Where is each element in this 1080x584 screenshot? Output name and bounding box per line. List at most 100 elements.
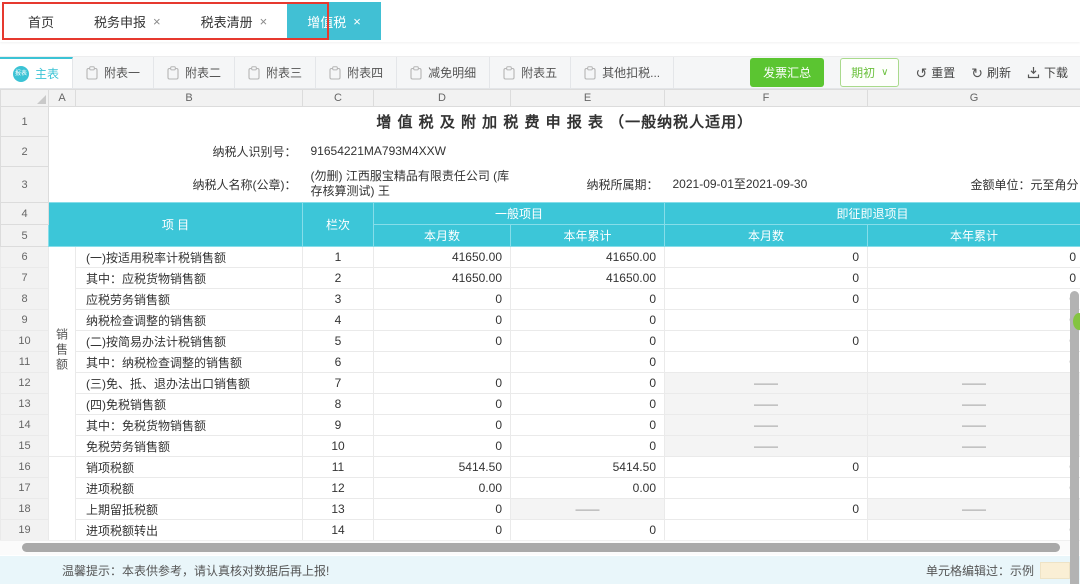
item-label-cell[interactable]: 其中：纳税检查调整的销售额	[76, 352, 303, 373]
close-icon[interactable]: ×	[353, 14, 361, 29]
value-cell[interactable]: 0	[868, 310, 1080, 331]
sheet-tab-3[interactable]: 附表三	[235, 57, 316, 88]
column-number-cell[interactable]: 13	[303, 499, 374, 520]
tab-vat-active[interactable]: 增值税 ×	[287, 2, 381, 40]
item-label-cell[interactable]: 其中：免税货物销售额	[76, 415, 303, 436]
value-cell[interactable]: 0	[868, 352, 1080, 373]
item-label-cell[interactable]: (三)免、抵、退办法出口销售额	[76, 373, 303, 394]
item-label-cell[interactable]: 上期留抵税额	[76, 499, 303, 520]
value-cell[interactable]: 0	[511, 289, 665, 310]
refresh-button[interactable]: ↻ 刷新	[971, 64, 1011, 81]
value-cell[interactable]: 0	[511, 394, 665, 415]
item-label-cell[interactable]: (二)按简易办法计税销售额	[76, 331, 303, 352]
sheet-tab-6[interactable]: 附表五	[490, 57, 571, 88]
value-cell[interactable]: 0	[511, 436, 665, 457]
column-number-cell[interactable]: 14	[303, 520, 374, 541]
column-number-cell[interactable]: 2	[303, 268, 374, 289]
value-cell[interactable]: 0	[665, 499, 868, 520]
item-label-cell[interactable]: 纳税检查调整的销售额	[76, 310, 303, 331]
value-cell[interactable]	[665, 310, 868, 331]
value-cell[interactable]	[374, 352, 511, 373]
download-button[interactable]: 下载	[1027, 64, 1068, 81]
value-cell[interactable]: 0	[868, 520, 1080, 541]
item-label-cell[interactable]: 应税劳务销售额	[76, 289, 303, 310]
sheet-tab-2[interactable]: 附表二	[154, 57, 235, 88]
item-label-cell[interactable]: 进项税额转出	[76, 520, 303, 541]
value-cell[interactable]: 0	[665, 268, 868, 289]
value-cell[interactable]: 0.00	[374, 478, 511, 499]
value-cell[interactable]: 0	[511, 352, 665, 373]
value-cell[interactable]: 0	[665, 331, 868, 352]
value-cell[interactable]: 5414.50	[511, 457, 665, 478]
column-number-cell[interactable]: 12	[303, 478, 374, 499]
period-begin-dropdown[interactable]: 期初 ∨	[840, 58, 899, 87]
taxpayer-name-value[interactable]: (勿删) 江西服宝精品有限责任公司 (库存核算测试) 王	[303, 167, 511, 203]
value-cell[interactable]: 0	[511, 373, 665, 394]
reset-button[interactable]: ↺ 重置	[915, 64, 955, 81]
column-number-cell[interactable]: 3	[303, 289, 374, 310]
value-cell[interactable]: 0	[511, 520, 665, 541]
value-cell[interactable]: 0	[868, 331, 1080, 352]
value-cell[interactable]: ——	[868, 394, 1080, 415]
value-cell[interactable]: 0	[511, 415, 665, 436]
close-icon[interactable]: ×	[260, 14, 268, 29]
value-cell[interactable]: 0	[374, 415, 511, 436]
item-label-cell[interactable]: 其中：应税货物销售额	[76, 268, 303, 289]
taxpayer-id-value[interactable]: 91654221MA793M4XXW	[303, 137, 511, 167]
invoice-summary-button[interactable]: 发票汇总	[750, 58, 824, 87]
value-cell[interactable]: 0	[374, 331, 511, 352]
period-value[interactable]: 2021-09-01至2021-09-30	[665, 167, 868, 203]
value-cell[interactable]: 0	[374, 436, 511, 457]
value-cell[interactable]: ——	[511, 499, 665, 520]
value-cell[interactable]: 0	[374, 394, 511, 415]
item-label-cell[interactable]: 进项税额	[76, 478, 303, 499]
vertical-scrollbar[interactable]	[1070, 291, 1079, 584]
value-cell[interactable]: ——	[665, 415, 868, 436]
item-label-cell[interactable]: 免税劳务销售额	[76, 436, 303, 457]
sheet-tab-7[interactable]: 其他扣税...	[571, 57, 674, 88]
tab-tax-register[interactable]: 税表清册 ×	[181, 2, 288, 40]
value-cell[interactable]: ——	[868, 373, 1080, 394]
value-cell[interactable]: 41650.00	[511, 247, 665, 268]
column-number-cell[interactable]: 11	[303, 457, 374, 478]
value-cell[interactable]: 41650.00	[374, 247, 511, 268]
value-cell[interactable]: ——	[868, 415, 1080, 436]
column-number-cell[interactable]: 4	[303, 310, 374, 331]
green-dot-badge[interactable]	[1073, 313, 1080, 330]
column-number-cell[interactable]: 8	[303, 394, 374, 415]
value-cell[interactable]: ——	[665, 394, 868, 415]
item-label-cell[interactable]: (一)按适用税率计税销售额	[76, 247, 303, 268]
column-number-cell[interactable]: 9	[303, 415, 374, 436]
tab-home[interactable]: 首页	[8, 2, 74, 40]
value-cell[interactable]: 0.00	[511, 478, 665, 499]
tab-tax-declare[interactable]: 税务申报 ×	[74, 2, 181, 40]
value-cell[interactable]: 0	[374, 289, 511, 310]
sheet-tab-0[interactable]: 报表主表	[0, 57, 73, 88]
value-cell[interactable]: 0	[868, 457, 1080, 478]
sheet-tab-5[interactable]: 减免明细	[397, 57, 490, 88]
value-cell[interactable]: 0	[868, 478, 1080, 499]
value-cell[interactable]: ——	[665, 373, 868, 394]
column-number-cell[interactable]: 1	[303, 247, 374, 268]
value-cell[interactable]: 0	[665, 289, 868, 310]
value-cell[interactable]: 0	[374, 499, 511, 520]
value-cell[interactable]: 41650.00	[374, 268, 511, 289]
value-cell[interactable]: ——	[665, 436, 868, 457]
column-number-cell[interactable]: 7	[303, 373, 374, 394]
value-cell[interactable]	[665, 520, 868, 541]
value-cell[interactable]: 0	[511, 310, 665, 331]
sheet-tab-4[interactable]: 附表四	[316, 57, 397, 88]
value-cell[interactable]: 0	[374, 310, 511, 331]
horizontal-scrollbar[interactable]	[22, 543, 1060, 552]
value-cell[interactable]: 0	[665, 457, 868, 478]
column-number-cell[interactable]: 6	[303, 352, 374, 373]
value-cell[interactable]: 0	[868, 268, 1080, 289]
value-cell[interactable]	[665, 478, 868, 499]
value-cell[interactable]: 0	[374, 520, 511, 541]
value-cell[interactable]: 0	[665, 247, 868, 268]
column-number-cell[interactable]: 5	[303, 331, 374, 352]
sheet-tab-1[interactable]: 附表一	[73, 57, 154, 88]
close-icon[interactable]: ×	[153, 14, 161, 29]
value-cell[interactable]: 0	[868, 247, 1080, 268]
column-number-cell[interactable]: 10	[303, 436, 374, 457]
